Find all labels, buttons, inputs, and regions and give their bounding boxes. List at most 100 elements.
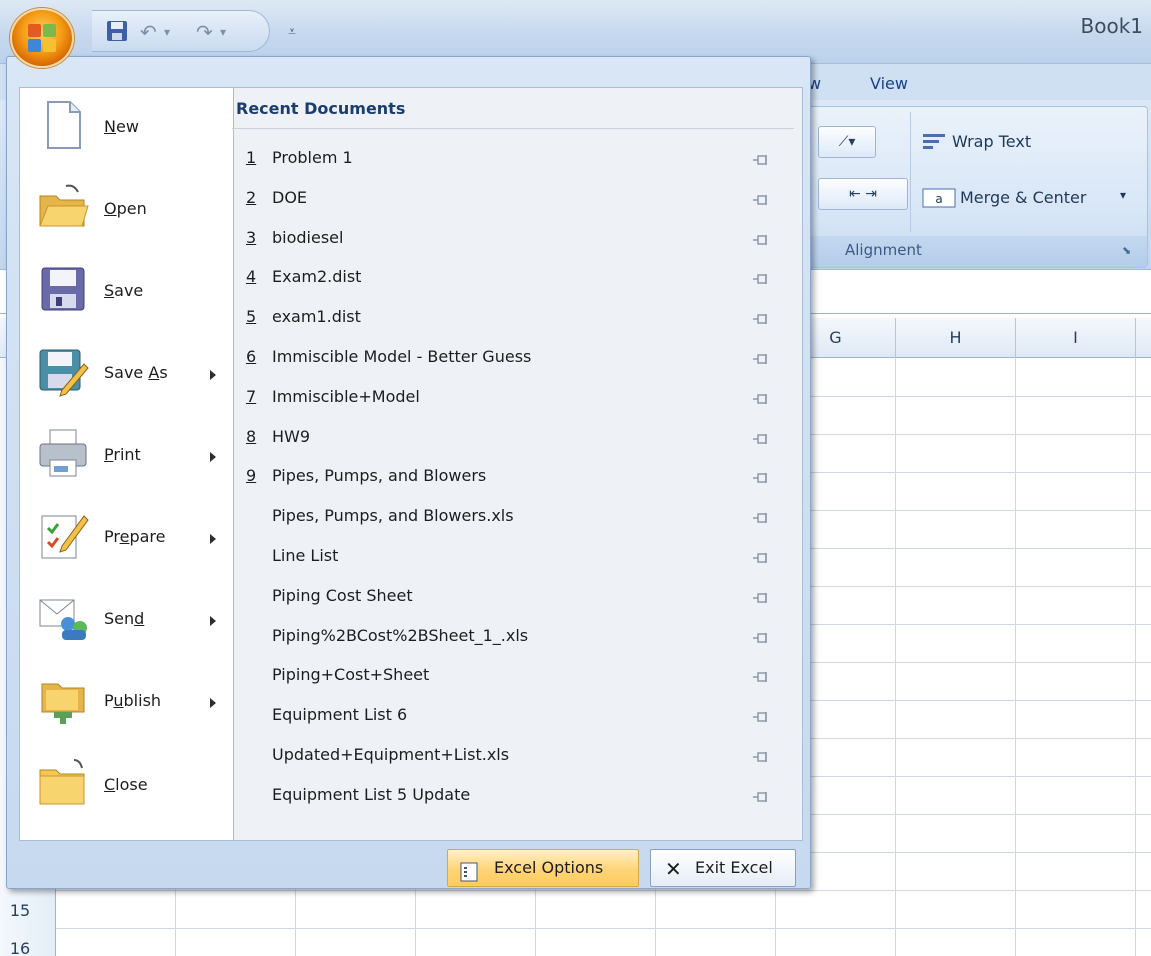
- recent-document-item[interactable]: 1 Problem 1: [232, 141, 792, 177]
- recent-document-name: Pipes, Pumps, and Blowers.xls: [272, 506, 514, 526]
- alignment-group-label: Alignment: [845, 241, 922, 259]
- menu-command-label: New: [104, 117, 139, 136]
- increase-indent-icon: ⇥: [865, 186, 877, 202]
- menu-command-label: Save: [104, 281, 144, 300]
- office-logo-icon: [28, 24, 58, 54]
- menu-command-label: Prepare: [104, 527, 166, 546]
- pin-icon[interactable]: [752, 152, 770, 165]
- recent-document-item[interactable]: Piping%2BCost%2BSheet_1_.xls: [232, 619, 792, 655]
- recent-documents-title: Recent Documents: [236, 99, 406, 118]
- close-icon: ✕: [665, 857, 682, 881]
- wrap-text-button[interactable]: Wrap Text: [952, 132, 1031, 151]
- pin-icon[interactable]: [752, 391, 770, 404]
- recent-document-item[interactable]: Piping Cost Sheet: [232, 579, 792, 615]
- recent-document-number: 8: [246, 426, 257, 446]
- recent-document-name: Equipment List 6: [272, 705, 408, 725]
- pin-icon[interactable]: [752, 590, 770, 603]
- menu-command-new[interactable]: New: [18, 98, 232, 180]
- recent-document-number: 3: [246, 227, 257, 247]
- pin-icon[interactable]: [752, 271, 770, 285]
- orientation-button[interactable]: ⟋▾: [818, 126, 876, 158]
- recent-document-name: Immiscible+Model: [272, 386, 420, 406]
- recent-document-item[interactable]: Updated+Equipment+List.xls: [232, 738, 792, 774]
- undo-icon[interactable]: ↶: [140, 20, 157, 44]
- recent-document-item[interactable]: Pipes, Pumps, and Blowers.xls: [232, 499, 792, 535]
- recent-document-number: 5: [246, 307, 257, 327]
- office-button[interactable]: [10, 8, 74, 68]
- recent-document-name: Piping%2BCost%2BSheet_1_.xls: [272, 625, 529, 645]
- recent-document-number: 2: [246, 187, 257, 207]
- pin-icon[interactable]: [752, 470, 770, 484]
- pin-icon[interactable]: [752, 192, 770, 205]
- submenu-arrow-icon: [210, 370, 216, 380]
- recent-document-item[interactable]: 2 DOE: [232, 181, 792, 217]
- pin-icon[interactable]: [752, 789, 770, 802]
- recent-document-name: Updated+Equipment+List.xls: [272, 745, 510, 764]
- pin-icon[interactable]: [752, 311, 770, 325]
- menu-command-save[interactable]: Save: [18, 262, 232, 344]
- menu-command-prepare[interactable]: Prepare: [18, 508, 232, 590]
- recent-document-item[interactable]: 4 Exam2.dist: [232, 260, 792, 296]
- dialog-launcher-icon[interactable]: ⬊: [1122, 244, 1131, 257]
- recent-document-item[interactable]: Line List: [232, 539, 792, 575]
- recent-document-item[interactable]: 5 exam1.dist: [232, 300, 792, 336]
- column-header-i[interactable]: I: [1016, 318, 1136, 358]
- chevron-down-icon[interactable]: ▾: [164, 20, 170, 44]
- menu-command-close[interactable]: Close: [18, 756, 232, 838]
- recent-separator: [232, 128, 794, 129]
- send-icon: [36, 590, 90, 644]
- pin-icon[interactable]: [752, 709, 770, 723]
- customize-qat-icon[interactable]: ⩡: [288, 20, 296, 44]
- recent-document-item[interactable]: 8 HW9: [232, 420, 792, 456]
- open-folder-icon: [36, 180, 90, 234]
- menu-command-label: Send: [104, 609, 145, 628]
- column-header-h[interactable]: H: [896, 318, 1016, 358]
- save-icon[interactable]: [106, 20, 128, 44]
- chevron-down-icon[interactable]: ▾: [1120, 188, 1126, 202]
- redo-icon[interactable]: ↷: [196, 20, 213, 44]
- publish-icon: [36, 672, 90, 726]
- pin-icon[interactable]: [752, 431, 770, 444]
- menu-command-publish[interactable]: Publish: [18, 672, 232, 754]
- pin-icon[interactable]: [752, 550, 770, 563]
- recent-document-item[interactable]: 3 biodiesel: [232, 221, 792, 257]
- recent-document-name: DOE: [272, 187, 308, 207]
- menu-command-print[interactable]: Print: [18, 426, 232, 508]
- menu-command-label: Publish: [104, 691, 162, 710]
- pin-icon[interactable]: [752, 669, 770, 683]
- tab-view[interactable]: View: [870, 74, 908, 93]
- excel-options-button[interactable]: Excel Options: [447, 849, 639, 887]
- exit-excel-button[interactable]: ✕ Exit Excel: [650, 849, 796, 887]
- recent-document-item[interactable]: 9 Pipes, Pumps, and Blowers: [232, 459, 792, 495]
- pin-icon[interactable]: [752, 232, 770, 245]
- recent-document-name: Pipes, Pumps, and Blowers: [272, 466, 487, 486]
- recent-document-item[interactable]: Equipment List 5 Update: [232, 778, 792, 814]
- recent-document-item[interactable]: Piping+Cost+Sheet: [232, 658, 792, 694]
- recent-document-item[interactable]: Equipment List 6: [232, 698, 792, 734]
- menu-command-save-as[interactable]: Save As: [18, 344, 232, 426]
- merge-center-button[interactable]: Merge & Center: [960, 188, 1086, 207]
- recent-document-name: exam1.dist: [272, 307, 361, 327]
- recent-document-item[interactable]: 6 Immiscible Model - Better Guess: [232, 340, 792, 376]
- menu-command-label: Save As: [104, 363, 168, 382]
- menu-command-label: Open: [104, 199, 147, 218]
- svg-text:a: a: [935, 192, 942, 206]
- pin-icon[interactable]: [752, 351, 770, 364]
- submenu-arrow-icon: [210, 452, 216, 462]
- recent-document-name: Immiscible Model - Better Guess: [272, 347, 532, 366]
- indent-buttons[interactable]: ⇤ ⇥: [818, 178, 908, 210]
- row-header-16[interactable]: 16: [0, 930, 40, 956]
- menu-command-open[interactable]: Open: [18, 180, 232, 262]
- exit-excel-label: Exit Excel: [695, 858, 773, 877]
- recent-document-item[interactable]: 7 Immiscible+Model: [232, 380, 792, 416]
- menu-command-send[interactable]: Send: [18, 590, 232, 672]
- submenu-arrow-icon: [210, 616, 216, 626]
- quick-access-toolbar: ↶ ▾ ↷ ▾: [92, 10, 270, 52]
- prepare-icon: [36, 508, 90, 562]
- save-icon: [36, 262, 90, 316]
- pin-icon[interactable]: [752, 749, 770, 762]
- pin-icon[interactable]: [752, 630, 770, 643]
- pin-icon[interactable]: [752, 510, 770, 524]
- row-header-15[interactable]: 15: [0, 892, 40, 930]
- chevron-down-icon[interactable]: ▾: [220, 20, 226, 44]
